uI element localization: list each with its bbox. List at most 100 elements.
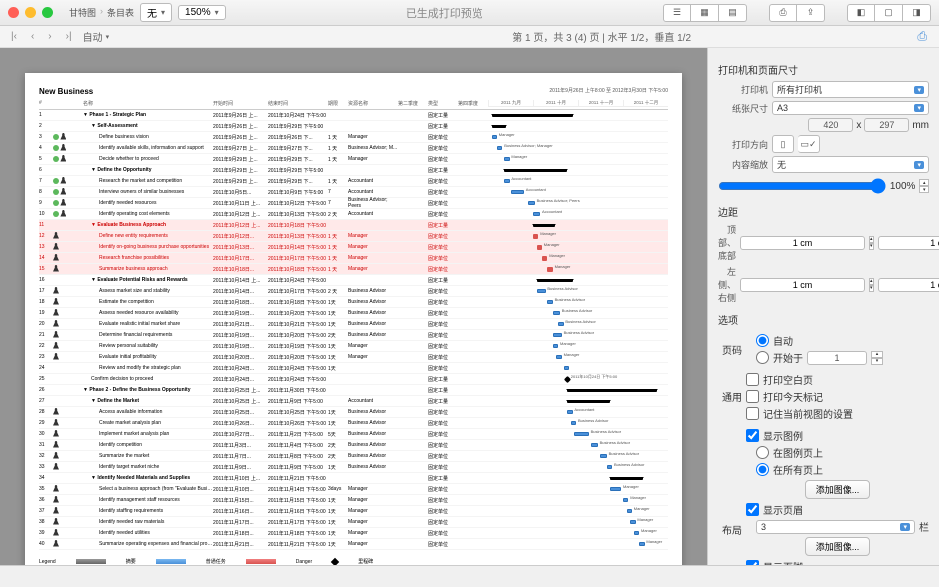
- inspector-2-icon[interactable]: ▢: [875, 4, 903, 22]
- nav-next-icon[interactable]: ›: [45, 31, 54, 42]
- zoom-dropdown[interactable]: 150%: [178, 5, 226, 20]
- show-legend-check[interactable]: [746, 429, 759, 442]
- document-date-range: 2011年9月26日 上午8:00 至 2012年3月30日 下午5:00: [549, 87, 668, 94]
- paging-start-input[interactable]: [807, 351, 867, 365]
- gantt-header: # 名称 开始时间 结束时间 期限 资源名称 第二季度 类型 第四季度 2011…: [39, 100, 668, 110]
- task-row: 21 Determine financial requirements2011年…: [39, 330, 668, 341]
- titlebar: 甘特图 › 条目表 无 150% 已生成打印预览 ☰ ▦ ▤ ⎙ ⇪ ◧ ▢ ◨: [0, 0, 939, 26]
- task-row: 16 ▼ Evaluate Potential Risks and Reward…: [39, 275, 668, 286]
- scale-slider[interactable]: [718, 178, 886, 194]
- task-row: 3 Define business vision2011年9月26日 上...2…: [39, 132, 668, 143]
- print-preview-icon[interactable]: ⎙: [917, 29, 927, 43]
- crumb-items[interactable]: 条目表: [107, 6, 134, 19]
- task-row: 36 Identify management staff resources20…: [39, 495, 668, 506]
- task-row: 23 Evaluate initial profitability2011年10…: [39, 352, 668, 363]
- scale-select[interactable]: 无: [772, 156, 929, 173]
- legend-all-radio[interactable]: [756, 463, 769, 476]
- col-end: 结束时间: [268, 100, 328, 107]
- share-icon[interactable]: ⇪: [797, 4, 825, 22]
- task-row: 11 ▼ Evaluate Business Approach2011年10月1…: [39, 220, 668, 231]
- print-blank-check[interactable]: [746, 373, 759, 386]
- task-row: 2 ▼ Self-Assessment2011年9月26日 上...2011年9…: [39, 121, 668, 132]
- auto-dropdown[interactable]: 自动: [83, 29, 110, 44]
- task-row: 22 Review personal suitability2011年10月19…: [39, 341, 668, 352]
- print-sidebar: 打印机和页面尺寸 打印机 所有打印机 纸张尺寸 A3 x mm 打印方向 ▯ ▭…: [707, 48, 939, 565]
- remember-check[interactable]: [746, 407, 759, 420]
- task-row: 9 Identify needed resources2011年10月11日 上…: [39, 198, 668, 209]
- add-image-1-button[interactable]: 添加图像...: [805, 480, 871, 499]
- page-preview: New Business 2011年9月26日 上午8:00 至 2012年3月…: [25, 73, 682, 565]
- task-row: 10 Identify operating cost elements2011年…: [39, 209, 668, 220]
- show-header-check[interactable]: [746, 503, 759, 516]
- nav-last-icon[interactable]: ›|: [63, 31, 75, 42]
- printer-select[interactable]: 所有打印机: [772, 81, 929, 98]
- paper-select[interactable]: A3: [772, 101, 929, 115]
- legend: Legend 摘要 普通任务 Danger 里程碑: [39, 558, 668, 565]
- task-row: 24 Review and modify the strategic plan2…: [39, 363, 668, 374]
- margin-left-input[interactable]: [740, 278, 865, 292]
- nav-prev-icon[interactable]: ‹: [28, 31, 37, 42]
- close-window[interactable]: [8, 7, 19, 18]
- window-title: 已生成打印预览: [232, 5, 657, 21]
- scale-stepper[interactable]: ▴▾: [919, 179, 929, 193]
- task-row: 27 ▼ Define the Market2011年10月25日 上...20…: [39, 396, 668, 407]
- preview-area[interactable]: New Business 2011年9月26日 上午8:00 至 2012年3月…: [0, 48, 707, 565]
- orient-portrait-icon[interactable]: ▯: [772, 135, 794, 153]
- col-res: 资源名称: [348, 100, 398, 107]
- margin-top-stepper[interactable]: ▴▾: [869, 236, 874, 250]
- view-list-icon[interactable]: ☰: [663, 4, 691, 22]
- view-cal-icon[interactable]: ▦: [691, 4, 719, 22]
- legend-above-radio[interactable]: [756, 446, 769, 459]
- inspector-1-icon[interactable]: ◧: [847, 4, 875, 22]
- secondary-toolbar: |‹ ‹ › ›| 自动 第 1 页，共 3 (4) 页 | 水平 1/2，垂直…: [0, 26, 939, 48]
- paper-size-readout: x mm: [808, 118, 929, 132]
- printer-label: 打印机: [718, 83, 768, 96]
- paging-start-stepper[interactable]: ▴▾: [871, 351, 883, 365]
- maximize-window[interactable]: [42, 7, 53, 18]
- minimize-window[interactable]: [25, 7, 36, 18]
- header-cols-select[interactable]: 3: [756, 520, 915, 534]
- print-icon[interactable]: ⎙: [769, 4, 797, 22]
- col-third-name: 第四季度: [458, 100, 488, 107]
- view-gantt-icon[interactable]: ▤: [719, 4, 747, 22]
- timeline-header: 2011 九月2011 十月2011 十一月2011 十二月: [488, 100, 668, 107]
- task-row: 7 Research the market and competition201…: [39, 176, 668, 187]
- margin-top-input[interactable]: [740, 236, 865, 250]
- task-row: 37 Identify staffing requirements2011年11…: [39, 506, 668, 517]
- task-row: 32 Summarize the market2011年11月7日...2011…: [39, 451, 668, 462]
- task-row: 35 Select a business approach (from "Eva…: [39, 484, 668, 495]
- paper-height: [864, 118, 909, 132]
- task-row: 40 Summarize operating expenses and fina…: [39, 539, 668, 550]
- col-id: #: [39, 100, 53, 107]
- nav-first-icon[interactable]: |‹: [8, 31, 20, 42]
- section-margins: 边距: [718, 204, 929, 219]
- orient-landscape-icon[interactable]: ▭✓: [798, 135, 820, 153]
- paper-label: 纸张尺寸: [718, 102, 768, 115]
- add-image-2-button[interactable]: 添加图像...: [805, 537, 871, 556]
- scale-label: 内容缩放: [718, 158, 768, 171]
- col-start: 开始时间: [213, 100, 268, 107]
- task-row: 33 Identify target market niche2011年11月9…: [39, 462, 668, 473]
- col-dur: 期限: [328, 100, 348, 107]
- print-date-check[interactable]: [746, 390, 759, 403]
- inspector-3-icon[interactable]: ◨: [903, 4, 931, 22]
- window-footer: [0, 565, 939, 587]
- margin-tb-label: 顶部、底部: [718, 223, 736, 262]
- margin-lr-label: 左侧、右侧: [718, 265, 736, 304]
- margin-bottom-input[interactable]: [878, 236, 939, 250]
- legend-title: Legend: [39, 559, 56, 565]
- orient-label: 打印方向: [718, 138, 768, 151]
- paging-start-radio[interactable]: [756, 351, 769, 364]
- col-type: 类型: [428, 100, 458, 107]
- task-row: 39 Identify needed utilities2011年11月18日.…: [39, 528, 668, 539]
- task-row: 5 Decide whether to proceed2011年9月29日 上.…: [39, 154, 668, 165]
- margin-right-input[interactable]: [878, 278, 939, 292]
- filter-dropdown[interactable]: 无: [140, 3, 172, 22]
- show-footer-check[interactable]: [746, 560, 759, 565]
- margin-left-stepper[interactable]: ▴▾: [869, 278, 874, 292]
- paging-auto-radio[interactable]: [756, 334, 769, 347]
- task-row: 1 ▼ Phase 1 - Strategic Plan2011年9月26日 上…: [39, 110, 668, 121]
- section-options: 选项: [718, 312, 929, 327]
- crumb-gantt[interactable]: 甘特图: [69, 6, 96, 19]
- legend-summary-swatch: [76, 559, 106, 564]
